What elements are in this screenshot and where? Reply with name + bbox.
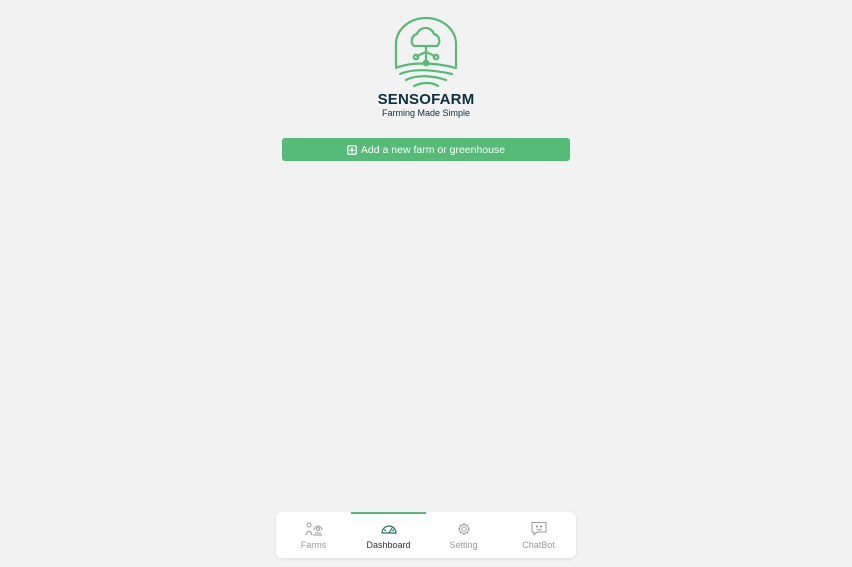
brand-logo: SENSOFARM Farming Made Simple: [0, 16, 852, 118]
nav-item-farms[interactable]: Farms: [276, 512, 351, 558]
brand-name: SENSOFARM: [377, 91, 475, 108]
sensofarm-logo-icon: [394, 16, 458, 88]
gear-icon: [457, 522, 470, 535]
nav-item-label: Setting: [449, 539, 478, 550]
bottom-navigation: Farms Dashboard Setting ChatBot: [276, 512, 576, 558]
add-farm-button[interactable]: Add a new farm or greenhouse: [282, 138, 570, 161]
plus-square-icon: [347, 144, 357, 155]
add-farm-button-label: Add a new farm or greenhouse: [360, 143, 506, 156]
nav-item-setting[interactable]: Setting: [426, 512, 501, 558]
farm-icon: [305, 522, 322, 535]
app-page: SENSOFARM Farming Made Simple Add a new …: [0, 0, 852, 567]
nav-item-chatbot[interactable]: ChatBot: [501, 512, 576, 558]
nav-item-label: Dashboard: [366, 539, 411, 550]
nav-item-label: ChatBot: [522, 539, 555, 550]
brand-tagline: Farming Made Simple: [381, 108, 471, 118]
nav-item-dashboard[interactable]: Dashboard: [351, 512, 426, 558]
gauge-icon: [380, 524, 397, 534]
nav-item-label: Farms: [300, 539, 327, 550]
chat-icon: [531, 521, 546, 535]
